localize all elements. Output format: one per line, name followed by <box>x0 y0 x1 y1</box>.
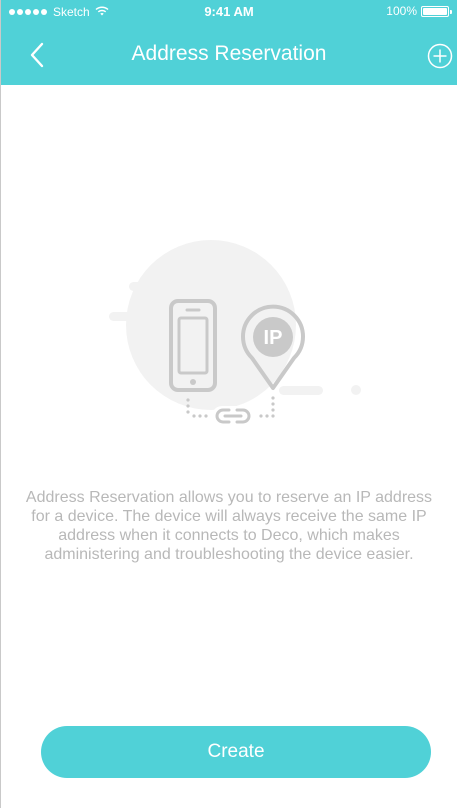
battery-icon <box>421 5 452 17</box>
decor-streak <box>279 386 323 395</box>
description-text: Address Reservation allows you to reserv… <box>25 489 433 563</box>
decor-dot <box>351 385 361 395</box>
add-reservation-button[interactable] <box>427 43 453 69</box>
nav-bar: Address Reservation <box>1 22 457 85</box>
header: Sketch 9:41 AM 100% Address Reservation <box>1 0 457 85</box>
ip-badge-text: IP <box>264 327 283 349</box>
decor-streak <box>129 282 187 291</box>
decor-streak <box>109 312 154 321</box>
circle-plus-icon <box>427 43 453 69</box>
status-right: 100% <box>386 4 452 18</box>
address-reservation-illustration: IP <box>101 240 371 460</box>
link-icon <box>212 406 254 426</box>
battery-percentage: 100% <box>386 4 417 18</box>
page-title: Address Reservation <box>131 42 327 65</box>
status-bar: Sketch 9:41 AM 100% <box>1 0 457 22</box>
create-button[interactable]: Create <box>41 726 431 778</box>
app-screen: Sketch 9:41 AM 100% Address Reservation … <box>0 0 457 808</box>
